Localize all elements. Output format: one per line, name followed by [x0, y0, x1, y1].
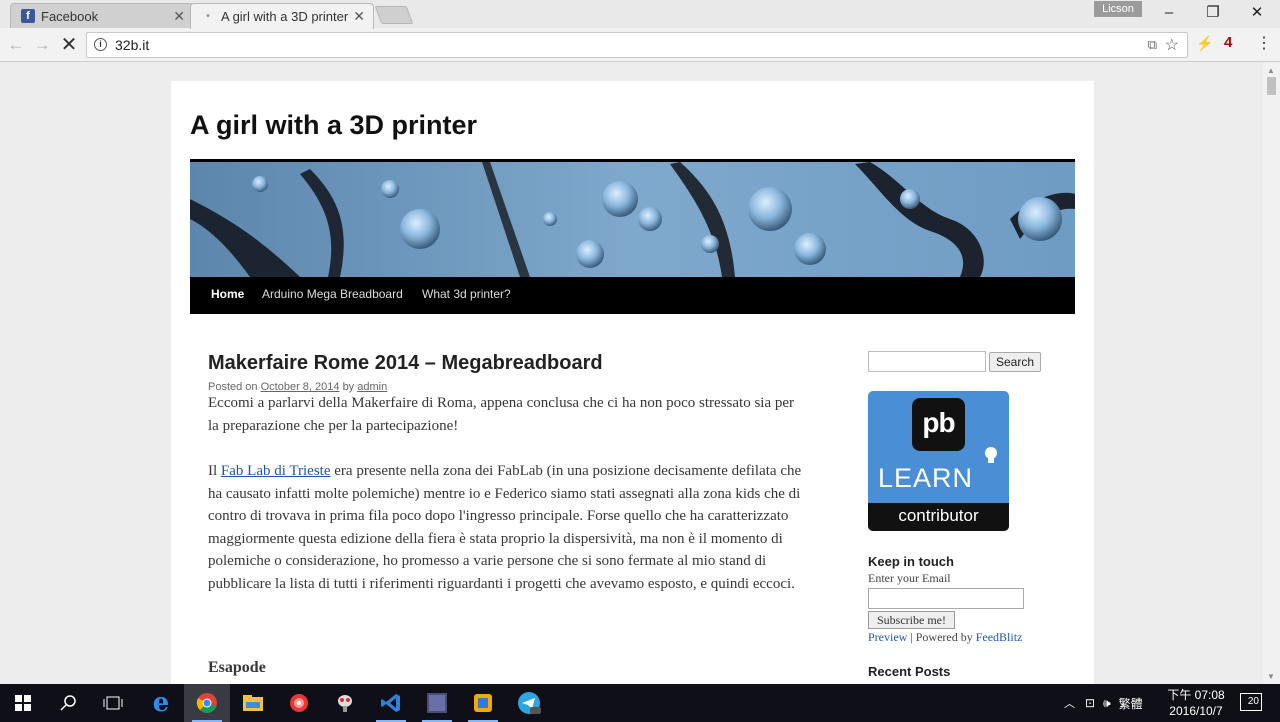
scrollbar-thumb[interactable]: [1267, 77, 1276, 95]
back-arrow-icon[interactable]: ←: [5, 34, 27, 56]
keep-in-touch-heading: Keep in touch: [868, 554, 954, 569]
scroll-down-arrow-icon[interactable]: ▼: [1267, 672, 1275, 681]
close-icon[interactable]: ✕: [353, 8, 365, 25]
desktop-thumbnail-app-icon[interactable]: [414, 684, 460, 722]
powered-by-text: | Powered by: [907, 630, 976, 644]
ime-indicator[interactable]: 繁體: [1119, 695, 1143, 712]
tab-title: A girl with a 3D printer: [221, 9, 349, 24]
minimize-button[interactable]: –: [1148, 2, 1190, 24]
system-tray: ︿ ⊡ 🕪 繁體: [1064, 684, 1143, 722]
header-banner-image: [190, 159, 1075, 277]
recent-posts-heading: Recent Posts: [868, 664, 951, 679]
sticky-app-icon[interactable]: [460, 684, 506, 722]
email-field[interactable]: [868, 588, 1024, 609]
subscribe-button[interactable]: Subscribe me!: [868, 611, 955, 629]
site-info-icon[interactable]: i: [94, 38, 107, 51]
telegram-icon[interactable]: [506, 684, 552, 722]
tab-title: Facebook: [41, 8, 99, 24]
feedblitz-line: Preview | Powered by FeedBlitz: [868, 630, 1022, 645]
profile-chip[interactable]: Licson: [1094, 1, 1142, 17]
browser-toolbar: ← → ✕ i 32b.it ⧉ ☆ ⚡ 4 ⋮: [0, 28, 1280, 62]
windows-taskbar: e ︿ ⊡ 🕪 繁體 下午 07:08 2016/10/7 20: [0, 684, 1280, 722]
extension-badge[interactable]: 4: [1224, 34, 1232, 51]
forward-arrow-icon[interactable]: →: [31, 34, 53, 56]
bookmark-star-icon[interactable]: ☆: [1165, 35, 1179, 55]
clock-date: 2016/10/7: [1169, 704, 1223, 718]
pb-learn-contributor-badge[interactable]: pb LEARN contributor: [868, 391, 1009, 531]
new-tab-button[interactable]: [374, 6, 414, 24]
url-text[interactable]: 32b.it: [115, 37, 149, 53]
paragraph-body: era presente nella zona dei FabLab (in u…: [208, 463, 802, 592]
main-navigation: Home Arduino Mega Breadboard What 3d pri…: [190, 277, 1075, 314]
post-title[interactable]: Makerfaire Rome 2014 – Megabreadboard: [208, 352, 603, 375]
chrome-browser-icon[interactable]: [184, 684, 230, 722]
task-view-icon[interactable]: [90, 684, 136, 722]
loading-dot-icon: •: [206, 11, 210, 22]
nav-item-what-3d-printer[interactable]: What 3d printer?: [422, 287, 511, 301]
edge-browser-icon[interactable]: e: [138, 684, 184, 722]
email-label: Enter your Email: [868, 571, 951, 585]
tab-strip: f Facebook ✕ • A girl with a 3D printer …: [0, 0, 1280, 29]
file-explorer-icon[interactable]: [230, 684, 276, 722]
action-center-notifications-icon[interactable]: 20: [1240, 693, 1262, 711]
learn-label: LEARN: [878, 463, 974, 493]
scroll-up-arrow-icon[interactable]: ▲: [1267, 66, 1275, 75]
clock-time: 下午 07:08: [1167, 688, 1225, 702]
spiral-app-icon[interactable]: [276, 684, 322, 722]
contributor-label: contributor: [868, 503, 1009, 531]
tab-a-girl-with-a-3d-printer[interactable]: • A girl with a 3D printer ✕: [190, 3, 374, 29]
chrome-menu-icon[interactable]: ⋮: [1256, 33, 1272, 53]
windows-start-icon[interactable]: [0, 684, 46, 722]
lightning-extension-icon[interactable]: ⚡: [1196, 35, 1213, 52]
site-title[interactable]: A girl with a 3D printer: [190, 110, 477, 141]
restore-button[interactable]: ❐: [1192, 2, 1234, 24]
banner-water-drops-image: [190, 159, 1075, 277]
search-icon[interactable]: [46, 684, 92, 722]
pb-logo: pb: [912, 398, 965, 451]
taskbar-clock[interactable]: 下午 07:08 2016/10/7: [1164, 687, 1228, 719]
section-heading-esapode: Esapode: [208, 659, 266, 676]
translate-icon[interactable]: ⧉: [1148, 37, 1157, 53]
close-icon[interactable]: ✕: [173, 8, 185, 25]
search-button[interactable]: Search: [989, 352, 1041, 372]
nav-item-arduino-mega-breadboard[interactable]: Arduino Mega Breadboard: [262, 287, 403, 301]
network-icon[interactable]: ⊡: [1085, 696, 1095, 710]
stop-loading-icon[interactable]: ✕: [58, 34, 80, 56]
lightbulb-icon: [985, 447, 997, 463]
facebook-favicon-icon: f: [21, 9, 35, 23]
feedblitz-link[interactable]: FeedBlitz: [976, 630, 1023, 644]
close-window-button[interactable]: ✕: [1236, 2, 1278, 24]
browser-viewport: A girl with a 3D printer Home Arduino Me…: [0, 63, 1280, 684]
address-bar[interactable]: i 32b.it ⧉ ☆: [86, 32, 1188, 58]
volume-icon[interactable]: 🕪: [1103, 696, 1111, 711]
show-hidden-icons-chevron-icon[interactable]: ︿: [1064, 695, 1075, 711]
post-paragraph-fablab: Il Fab Lab di Trieste era presente nella…: [208, 460, 808, 596]
fab-lab-trieste-link[interactable]: Fab Lab di Trieste: [221, 463, 331, 479]
paragraph-prefix: Il: [208, 463, 221, 479]
post-paragraph-intro: Eccomi a parlarvi della Makerfaire di Ro…: [208, 395, 795, 434]
ghost-app-icon[interactable]: [322, 684, 368, 722]
search-input[interactable]: [868, 351, 986, 372]
preview-link[interactable]: Preview: [868, 630, 907, 644]
visual-studio-code-icon[interactable]: [368, 684, 414, 722]
page-container: A girl with a 3D printer Home Arduino Me…: [171, 81, 1094, 684]
nav-item-home[interactable]: Home: [211, 287, 244, 301]
vertical-scrollbar[interactable]: ▲ ▼: [1263, 63, 1280, 684]
tab-facebook[interactable]: f Facebook ✕: [10, 3, 194, 28]
